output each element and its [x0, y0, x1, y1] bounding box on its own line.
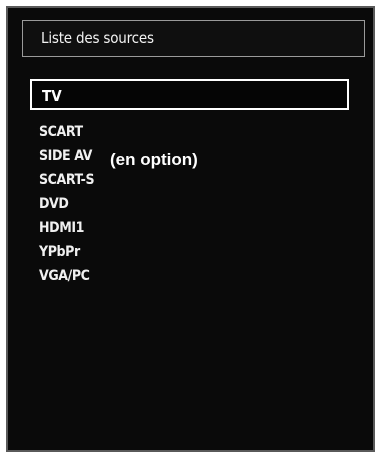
source-item-ypbpr[interactable]: YPbPr: [39, 240, 94, 264]
panel-title-box: Liste des sources: [22, 20, 365, 57]
source-list-panel: Liste des sources TV SCART SIDE AV SCART…: [6, 6, 375, 452]
source-item-scart[interactable]: SCART: [39, 120, 94, 144]
source-item-side-av[interactable]: SIDE AV: [39, 144, 94, 168]
source-item-tv-selected[interactable]: TV: [30, 79, 349, 110]
source-item-hdmi1[interactable]: HDMI1: [39, 216, 94, 240]
panel-title: Liste des sources: [41, 29, 154, 47]
source-item-dvd[interactable]: DVD: [39, 192, 94, 216]
optional-note: (en option): [110, 150, 198, 169]
source-list: SCART SIDE AV SCART-S DVD HDMI1 YPbPr VG…: [39, 120, 95, 288]
source-item-scart-s[interactable]: SCART-S: [39, 168, 95, 192]
source-item-vga-pc[interactable]: VGA/PC: [39, 264, 94, 288]
source-item-label: TV: [42, 87, 62, 105]
